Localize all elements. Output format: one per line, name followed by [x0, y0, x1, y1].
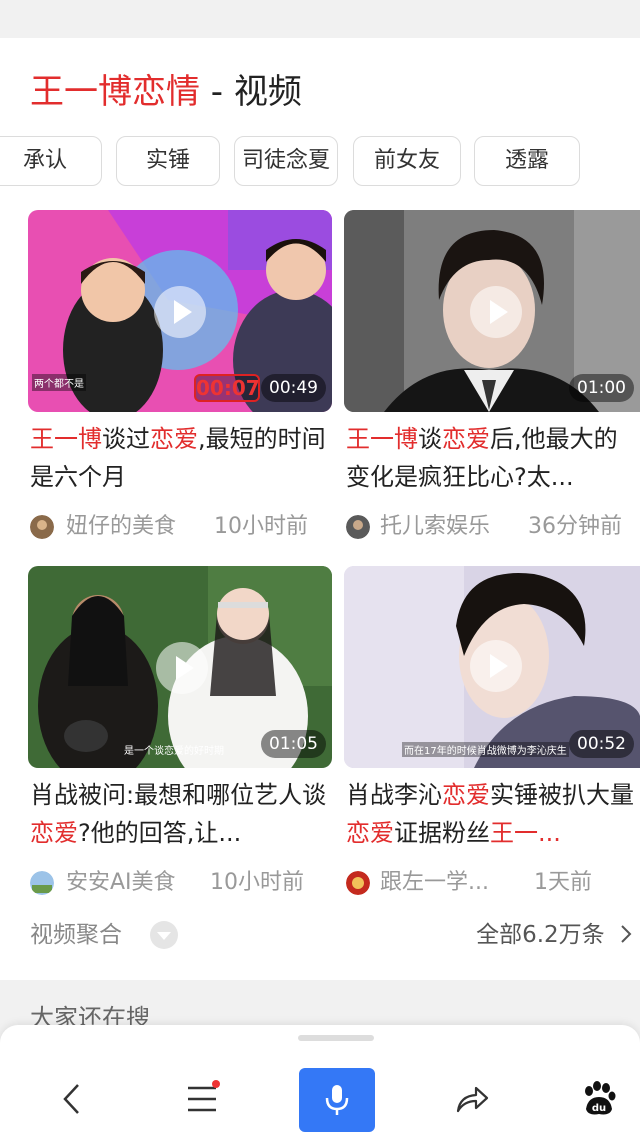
- video-time: 36分钟前: [528, 514, 622, 539]
- video-duration: 01:05: [261, 730, 326, 758]
- view-all-label: 全部6.2万条: [476, 922, 605, 948]
- video-title[interactable]: 王一博谈过恋爱,最短的时间是六个月: [30, 420, 330, 496]
- title-segment: 肖战被问:最想和哪位艺人谈: [30, 781, 327, 809]
- drag-handle[interactable]: [298, 1035, 374, 1041]
- video-duration: 00:49: [261, 374, 326, 402]
- share-button[interactable]: [442, 1071, 502, 1127]
- title-segment: 王一博: [30, 425, 102, 453]
- baidu-paw-icon: du: [585, 1081, 616, 1115]
- play-icon[interactable]: [154, 286, 206, 338]
- title-suffix: - 视频: [200, 72, 302, 112]
- video-author[interactable]: 妞仔的美食: [66, 512, 176, 542]
- title-segment: 谈: [418, 425, 442, 453]
- title-segment: 王一...: [490, 819, 561, 847]
- play-icon[interactable]: [470, 640, 522, 692]
- video-thumbnail[interactable]: 01:00: [344, 210, 640, 412]
- title-segment: 恋爱: [30, 819, 78, 847]
- video-author[interactable]: 托儿索娱乐: [380, 512, 490, 542]
- chevron-down-icon[interactable]: [150, 921, 178, 949]
- microphone-icon: [325, 1085, 349, 1115]
- video-time: 10小时前: [210, 870, 304, 895]
- menu-button[interactable]: [172, 1071, 232, 1127]
- baidu-home-button[interactable]: du: [568, 1071, 628, 1127]
- video-thumbnail[interactable]: 而在17年的时候肖战微博为李沁庆生 00:52: [344, 566, 640, 768]
- video-duration: 01:00: [569, 374, 634, 402]
- title-segment: 恋爱: [346, 819, 394, 847]
- back-button[interactable]: [42, 1071, 102, 1127]
- author-avatar: [30, 515, 54, 539]
- chevron-right-icon: [621, 925, 632, 943]
- title-segment: 证据粉丝: [394, 819, 490, 847]
- video-time: 1天前: [534, 870, 592, 895]
- title-segment: 恋爱: [150, 425, 198, 453]
- voice-search-button[interactable]: [299, 1068, 375, 1132]
- video-title[interactable]: 肖战李沁恋爱实锤被扒大量恋爱证据粉丝王一...: [346, 776, 636, 852]
- play-icon[interactable]: [470, 286, 522, 338]
- title-segment: ?他的回答,让...: [78, 819, 242, 847]
- video-thumbnail[interactable]: 两个都不是 00:07 00:49: [28, 210, 332, 412]
- thumbnail-timer-overlay: 00:07: [194, 374, 260, 402]
- bottom-toolbar: du: [0, 1025, 640, 1139]
- notification-dot: [212, 1080, 220, 1088]
- title-segment: 谈过: [102, 425, 150, 453]
- video-aggregate-label[interactable]: 视频聚合: [30, 920, 122, 950]
- thumbnail-caption: 是一个谈恋爱的好时期: [124, 746, 224, 757]
- title-segment: 实锤被扒大量: [490, 781, 634, 809]
- author-avatar: [30, 871, 54, 895]
- video-title[interactable]: 肖战被问:最想和哪位艺人谈恋爱?他的回答,让...: [30, 776, 330, 852]
- video-time: 10小时前: [214, 514, 308, 539]
- related-keyword-chips: 承认 实锤 司徒念夏 前女友 透露: [0, 136, 640, 186]
- view-all-link[interactable]: 全部6.2万条: [476, 920, 634, 950]
- share-icon: [456, 1086, 489, 1113]
- title-segment: 恋爱: [442, 781, 490, 809]
- top-spacer: [0, 0, 640, 38]
- chip-keyword[interactable]: 透露: [474, 136, 580, 186]
- author-avatar: [346, 515, 370, 539]
- video-thumbnail[interactable]: 是一个谈恋爱的好时期 01:05: [28, 566, 332, 768]
- section-title[interactable]: 王一博恋情 - 视频: [30, 72, 302, 112]
- author-avatar: [346, 871, 370, 895]
- title-segment: 王一博: [346, 425, 418, 453]
- title-keyword: 王一博恋情: [30, 72, 200, 112]
- video-author[interactable]: 跟左一学...: [380, 868, 489, 898]
- title-segment: 恋爱: [442, 425, 490, 453]
- chip-keyword[interactable]: 前女友: [353, 136, 461, 186]
- svg-text:du: du: [592, 1103, 606, 1114]
- chip-keyword[interactable]: 承认: [0, 136, 102, 186]
- title-segment: 肖战李沁: [346, 781, 442, 809]
- back-icon: [63, 1084, 79, 1114]
- play-icon[interactable]: [156, 642, 208, 694]
- video-duration: 00:52: [569, 730, 634, 758]
- chip-keyword[interactable]: 司徒念夏: [234, 136, 338, 186]
- video-author[interactable]: 安安AI美食: [66, 868, 176, 898]
- thumbnail-caption: 两个都不是: [32, 374, 86, 391]
- thumbnail-caption: 而在17年的时候肖战微博为李沁庆生: [402, 742, 569, 757]
- chip-keyword[interactable]: 实锤: [116, 136, 220, 186]
- video-title[interactable]: 王一博谈恋爱后,他最大的变化是疯狂比心?太...: [346, 420, 636, 496]
- menu-icon: [188, 1086, 216, 1112]
